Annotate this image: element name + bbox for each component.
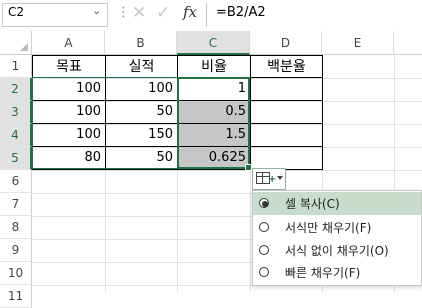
row-header-1[interactable]: 1 [0, 55, 32, 78]
column-header-a[interactable]: A [33, 31, 105, 55]
formula-text: =B2/A2 [216, 5, 266, 20]
more-options-icon: ⋮ [117, 5, 130, 20]
menu-item-label: 셀 복사(C) [285, 197, 340, 211]
row-header-7[interactable]: 7 [0, 193, 32, 216]
radio-icon[interactable] [259, 267, 269, 277]
chevron-down-icon[interactable]: ⌄ [92, 4, 101, 17]
cell-b1[interactable]: 실적 [106, 56, 177, 78]
column-header-d[interactable]: D [250, 31, 322, 55]
selection-outline [177, 77, 250, 169]
row-header-10[interactable]: 10 [0, 262, 32, 285]
copy-source-outline [32, 77, 178, 169]
cell-d1[interactable]: 백분율 [251, 56, 322, 78]
select-all-triangle-icon [20, 43, 28, 51]
row-header-2[interactable]: 2 [0, 78, 32, 101]
autofill-icon-line [262, 172, 263, 184]
radio-icon-selected[interactable] [259, 198, 269, 208]
radio-icon[interactable] [259, 245, 269, 255]
cancel-icon[interactable]: ✕ [132, 3, 146, 23]
grid-line [33, 170, 422, 171]
row-header-9[interactable]: 9 [0, 239, 32, 262]
fill-handle[interactable] [245, 164, 252, 171]
cell-a1[interactable]: 목표 [33, 56, 105, 78]
column-header-f[interactable] [394, 31, 422, 55]
row-header-3[interactable]: 3 [0, 101, 32, 124]
menu-item-label: 서식만 채우기(F) [285, 221, 372, 235]
table-border [322, 55, 323, 170]
caret-down-icon [277, 176, 283, 180]
column-header-e[interactable]: E [322, 31, 394, 55]
row-header-11[interactable]: 11 [0, 285, 32, 308]
plus-icon: + [268, 174, 277, 185]
cell-d3[interactable] [251, 101, 322, 123]
cell-d4[interactable] [251, 124, 322, 146]
row-header-8[interactable]: 8 [0, 216, 32, 239]
enter-icon[interactable]: ✓ [156, 3, 170, 23]
row-header-6[interactable]: 6 [0, 170, 32, 193]
cell-d5[interactable] [251, 147, 322, 169]
name-box-value: C2 [8, 5, 25, 19]
column-header-c[interactable]: C [177, 31, 250, 55]
cell-d2[interactable] [251, 78, 322, 100]
radio-icon[interactable] [259, 222, 269, 232]
menu-item-label: 서식 없이 채우기(O) [285, 244, 389, 258]
cell-c1[interactable]: 비율 [178, 56, 250, 78]
row-header-4[interactable]: 4 [0, 124, 32, 147]
insert-function-icon[interactable]: fx [183, 3, 197, 21]
row-header-5[interactable]: 5 [0, 147, 32, 170]
menu-item-label: 빠른 채우기(F) [285, 266, 361, 280]
column-header-b[interactable]: B [105, 31, 177, 55]
